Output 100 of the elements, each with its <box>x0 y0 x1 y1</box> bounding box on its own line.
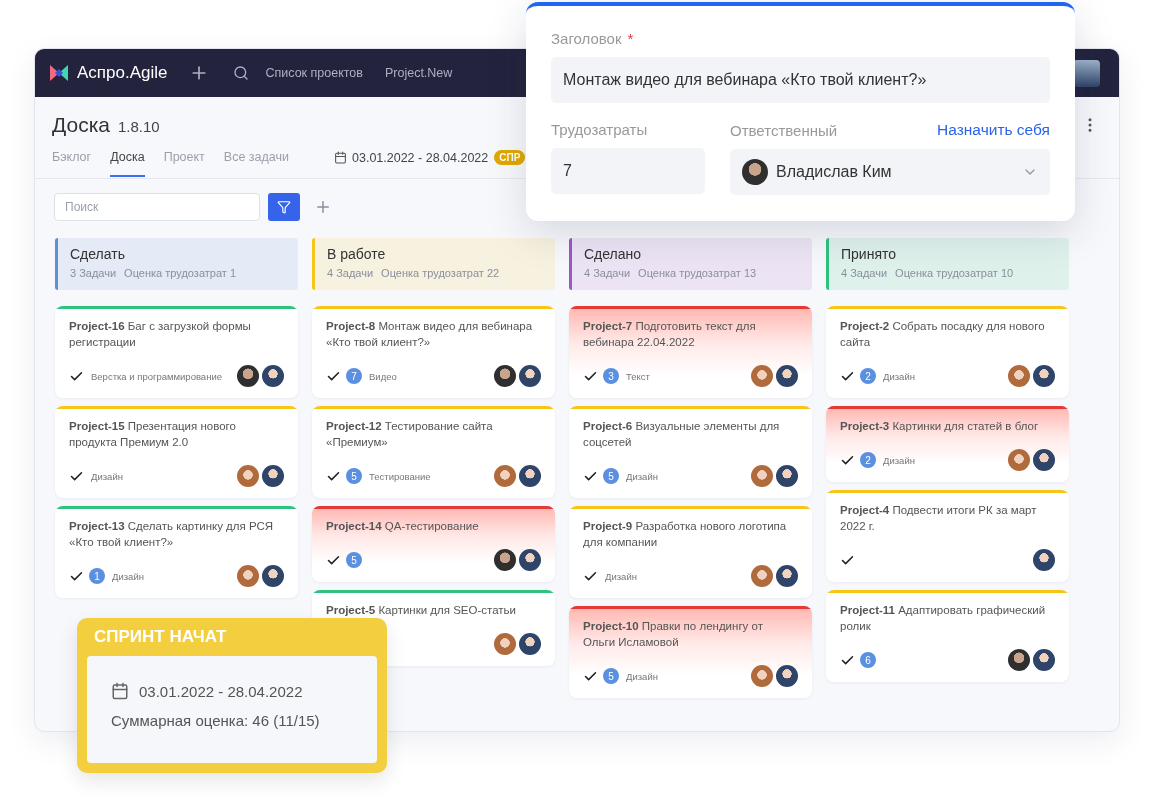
avatar <box>494 365 516 387</box>
column-title: Принято <box>841 246 898 262</box>
avatar <box>1008 365 1030 387</box>
avatar <box>237 565 259 587</box>
task-tag: Дизайн <box>91 470 123 482</box>
avatar <box>237 465 259 487</box>
nav-link[interactable]: Project.New <box>384 66 453 80</box>
avatar <box>1033 449 1055 471</box>
task-title: Project-12 Тестирование сайта «Премиум» <box>326 419 494 450</box>
avatar <box>751 465 773 487</box>
task-card[interactable]: Project-12 Тестирование сайта «Премиум» 5 Тестирование <box>312 406 555 498</box>
task-title: Project-13 Сделать картинку для РСЯ «Кто твой клиент?» <box>69 519 275 550</box>
task-count: 4 Задачи <box>584 267 631 279</box>
task-card[interactable]: Project-8 Монтаж видео для вебинара «Кто твой клиент?» 7 Видео <box>312 306 555 398</box>
effort-input[interactable]: 7 <box>551 148 705 194</box>
nav-link[interactable]: Список проектов <box>265 66 363 80</box>
task-title: Project-7 Подготовить текст для вебинара 22.04.2022 <box>583 319 757 350</box>
assign-self-link[interactable]: Назначить себя <box>937 121 1050 139</box>
sprint-dates: 03.01.2022 - 28.04.2022 <box>352 150 489 165</box>
avatar <box>1008 449 1030 471</box>
avatar <box>494 465 516 487</box>
filter-button[interactable] <box>268 193 300 221</box>
count-badge: 5 <box>603 668 619 684</box>
task-title: Project-14 QA-тестирование <box>326 519 480 534</box>
task-tag: Текст <box>626 370 650 382</box>
task-card[interactable]: Project-2 Собрать посадку для нового сайта 2 Дизайн <box>826 306 1069 398</box>
calendar-icon <box>334 151 347 164</box>
task-card[interactable]: Project-15 Презентация нового продукта Премиум 2.0 Дизайн <box>55 406 298 498</box>
calendar-icon <box>111 682 129 700</box>
avatar <box>742 159 768 185</box>
count-badge: 5 <box>346 552 362 568</box>
search-field[interactable]: Поиск <box>54 193 260 221</box>
logo-icon <box>49 63 69 83</box>
effort-estimate: Оценка трудозатрат 22 <box>381 267 500 279</box>
count-badge: 7 <box>346 368 362 384</box>
version-label: 1.8.10 <box>117 118 160 135</box>
avatar <box>1033 649 1055 671</box>
task-card[interactable]: Project-4 Подвести итоги РК за март 2022 г. <box>826 490 1069 582</box>
column-title: В работе <box>327 246 387 262</box>
task-card[interactable]: Project-16 Баг с загрузкой формы регистрации Верстка и программирование <box>55 306 298 398</box>
effort-estimate: Оценка трудозатрат 1 <box>124 267 236 279</box>
task-title: Project-10 Правки по лендингу от Ольги Исламовой <box>583 619 764 650</box>
field-label: Трудозатраты <box>551 121 648 138</box>
page-title: Доска <box>52 113 110 137</box>
avatar <box>494 633 516 655</box>
count-badge: 6 <box>860 652 876 668</box>
task-tag: Видео <box>369 370 397 382</box>
task-tag: Дизайн <box>626 470 658 482</box>
task-card[interactable]: Project-3 Картинки для статей в блог 2 Дизайн <box>826 406 1069 482</box>
count-badge: 2 <box>860 452 876 468</box>
task-title: Project-6 Визуальные элементы для соцсетей <box>583 419 781 450</box>
task-title: Project-3 Картинки для статей в блог <box>840 419 1040 434</box>
search-icon[interactable] <box>233 65 250 81</box>
task-tag: Дизайн <box>112 570 144 582</box>
title-input[interactable]: Монтаж видео для вебинара «Кто твой клиент?» <box>551 57 1050 103</box>
task-title: Project-2 Собрать посадку для нового сайта <box>840 319 1046 350</box>
task-card[interactable]: Project-6 Визуальные элементы для соцсетей 5 Дизайн <box>569 406 812 498</box>
effort-estimate: Оценка трудозатрат 13 <box>638 267 757 279</box>
sprint-dates: 03.01.2022 - 28.04.2022 <box>139 682 303 700</box>
user-avatar[interactable] <box>1073 59 1100 87</box>
field-label: Заголовок <box>551 30 622 47</box>
task-card[interactable]: Project-9 Разработка нового логотипа для компании Дизайн <box>569 506 812 598</box>
task-card[interactable]: Project-10 Правки по лендингу от Ольги Исламовой 5 Дизайн <box>569 606 812 698</box>
avatar <box>751 565 773 587</box>
sprint-title: СПРИНТ НАЧАТ <box>93 626 228 648</box>
task-tag: Дизайн <box>605 570 637 582</box>
count-badge: 5 <box>346 468 362 484</box>
tab[interactable]: Доска <box>110 138 145 177</box>
avatar <box>776 365 798 387</box>
sprint-summary: Суммарная оценка: 46 (11/15) <box>111 712 321 729</box>
avatar <box>519 549 541 571</box>
avatar <box>237 365 259 387</box>
task-tag: Дизайн <box>883 370 915 382</box>
count-badge: 5 <box>603 468 619 484</box>
field-label: Ответственный <box>730 121 838 139</box>
task-count: 3 Задачи <box>70 267 117 279</box>
avatar <box>776 665 798 687</box>
column-title: Сделано <box>584 246 643 262</box>
task-card[interactable]: Project-7 Подготовить текст для вебинара 22.04.2022 3 Текст <box>569 306 812 398</box>
brand-name: Аспро.Agile <box>77 63 168 83</box>
task-card[interactable]: Project-11 Адаптировать графический ролик 6 <box>826 590 1069 682</box>
task-tag: Верстка и программирование <box>91 370 222 382</box>
effort-estimate: Оценка трудозатрат 10 <box>895 267 1014 279</box>
task-card[interactable]: Project-13 Сделать картинку для РСЯ «Кто твой клиент?» 1 Дизайн <box>55 506 298 598</box>
avatar <box>262 465 284 487</box>
assignee-select[interactable]: Владислав Ким <box>730 149 1050 195</box>
column-title: Сделать <box>70 246 126 262</box>
task-title: Project-11 Адаптировать графический ролик <box>840 603 1047 634</box>
task-title: Project-4 Подвести итоги РК за март 2022 г. <box>840 503 1038 534</box>
avatar <box>1033 549 1055 571</box>
avatar <box>1033 365 1055 387</box>
avatar <box>776 465 798 487</box>
avatar <box>751 365 773 387</box>
task-count: 4 Задачи <box>327 267 374 279</box>
task-title: Project-5 Картинки для SEO-статьи <box>326 603 517 618</box>
task-card[interactable]: Project-14 QA-тестирование 5 <box>312 506 555 582</box>
count-badge: 1 <box>89 568 105 584</box>
task-tag: Тестирование <box>369 470 431 482</box>
avatar <box>1008 649 1030 671</box>
avatar <box>519 365 541 387</box>
